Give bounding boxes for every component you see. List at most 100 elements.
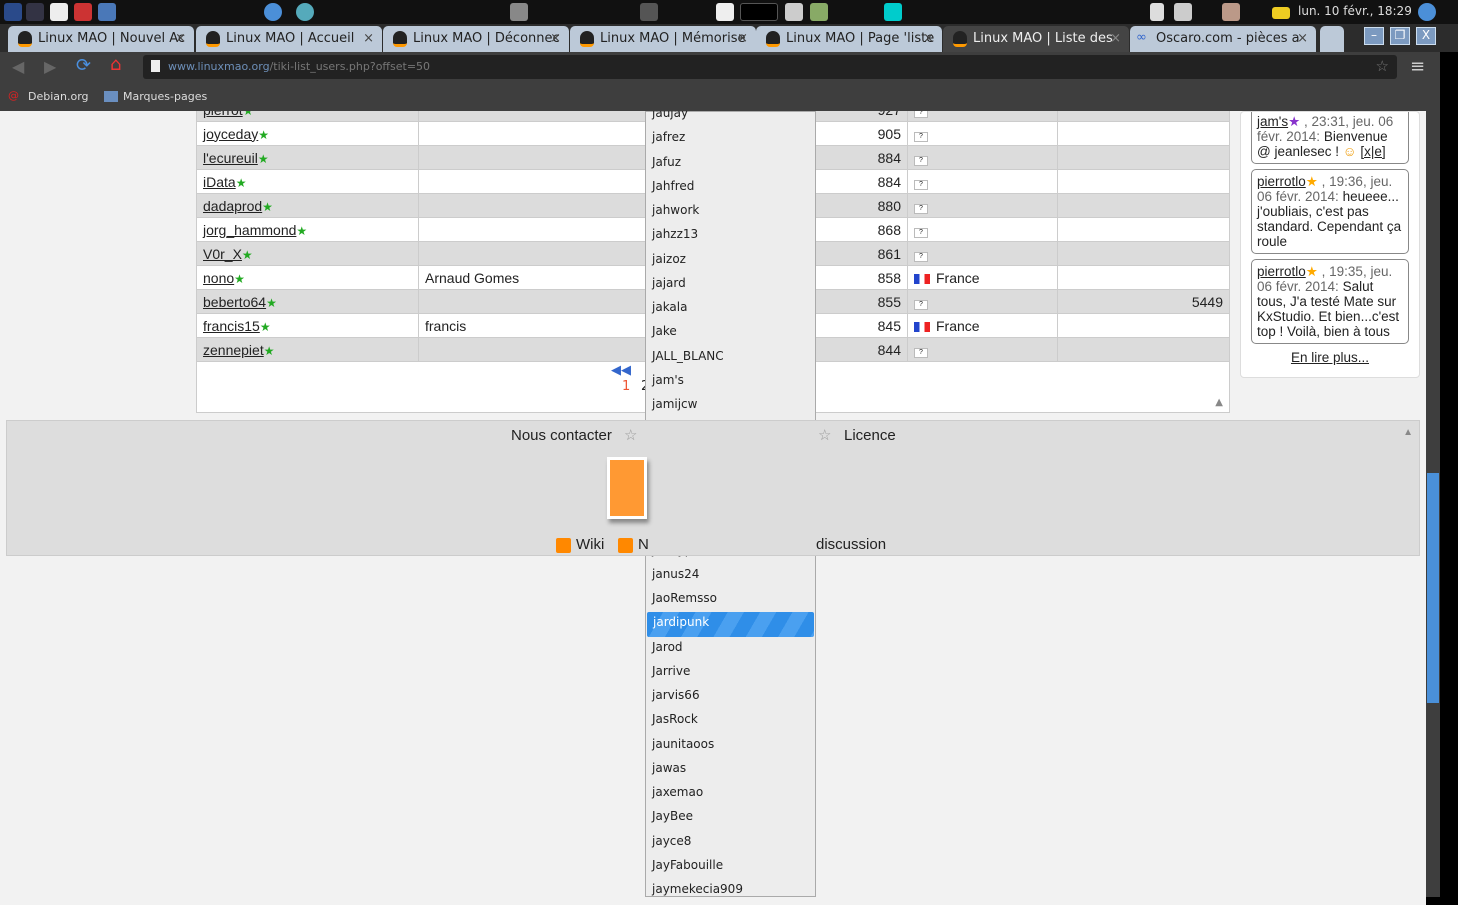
user-icon[interactable] — [1418, 3, 1436, 21]
folder-icon[interactable] — [98, 3, 116, 21]
dropdown-option[interactable]: jamijcw — [646, 394, 815, 418]
maximize-button[interactable]: ❐ — [1390, 27, 1410, 45]
dropdown-option[interactable]: jaxemao — [646, 782, 815, 806]
user-link[interactable]: nono — [203, 270, 234, 286]
clipboard-icon[interactable] — [1222, 3, 1240, 21]
mail-icon[interactable] — [1272, 7, 1290, 19]
dropdown-option-selected[interactable]: jardipunk — [647, 612, 814, 637]
user-link[interactable]: beberto64 — [203, 294, 266, 310]
close-tab-icon[interactable]: × — [1297, 31, 1308, 46]
dropdown-option[interactable]: JALL_BLANC — [646, 346, 815, 370]
close-tab-icon[interactable]: × — [923, 31, 934, 46]
rss-discussion[interactable]: discussion — [816, 536, 886, 553]
editor-icon[interactable] — [50, 3, 68, 21]
tab-active[interactable]: Linux MAO | Liste des × — [943, 26, 1129, 52]
menu-icon[interactable] — [4, 3, 22, 21]
user-link[interactable]: l'ecureuil — [203, 150, 258, 166]
scroll-top-icon[interactable]: ▲ — [1215, 397, 1223, 408]
tab[interactable]: ∞ Oscaro.com - pièces a × — [1130, 26, 1316, 52]
forward-button[interactable]: ▶ — [44, 57, 56, 76]
url-bar[interactable]: www.linuxmao.org/tiki-list_users.php?off… — [143, 55, 1397, 79]
tab[interactable]: Linux MAO | Mémorise × — [570, 26, 756, 52]
shout-user[interactable]: jam's — [1257, 114, 1288, 129]
settings-icon[interactable] — [640, 3, 658, 21]
app-icon[interactable] — [785, 3, 803, 21]
close-tab-icon[interactable]: × — [363, 31, 374, 46]
first-page-icon[interactable]: ◀◀ — [611, 363, 631, 378]
licence-link[interactable]: Licence — [844, 427, 896, 444]
scrollbar-thumb[interactable] — [1427, 473, 1439, 703]
eject-icon[interactable] — [1150, 3, 1164, 21]
close-tab-icon[interactable]: × — [1110, 31, 1121, 46]
user-link[interactable]: jorg_hammond — [203, 222, 296, 238]
home-button[interactable]: ⌂ — [110, 54, 121, 75]
bookmark-debian[interactable]: Debian.org — [28, 90, 89, 103]
dropdown-option[interactable]: JasRock — [646, 709, 815, 733]
dropdown-option[interactable]: jahwork — [646, 200, 815, 224]
dropdown-option[interactable]: jawas — [646, 758, 815, 782]
reload-button[interactable]: ⟳ — [76, 55, 91, 76]
rss-news[interactable]: N — [618, 536, 649, 553]
close-tab-icon[interactable]: × — [550, 31, 561, 46]
close-window-button[interactable]: X — [1416, 27, 1436, 45]
media-icon[interactable] — [74, 3, 92, 21]
dropdown-option[interactable]: jafrez — [646, 127, 815, 151]
network-icon[interactable] — [296, 3, 314, 21]
dropdown-option[interactable]: Jarod — [646, 637, 815, 661]
contact-link[interactable]: Nous contacter — [511, 427, 612, 444]
bookmark-star-icon[interactable]: ☆ — [1376, 57, 1389, 75]
tab[interactable]: Linux MAO | Nouvel Ac × — [8, 26, 194, 52]
menu-button[interactable]: ≡ — [1410, 56, 1425, 77]
music-icon[interactable] — [884, 3, 902, 21]
dropdown-option[interactable]: JaoRemsso — [646, 588, 815, 612]
rss-wiki[interactable]: Wiki — [556, 536, 604, 553]
dropdown-option[interactable]: Jake — [646, 321, 815, 345]
new-tab-button[interactable] — [1320, 26, 1344, 52]
printer-icon[interactable] — [1174, 3, 1192, 21]
dropdown-option[interactable]: Jarrive — [646, 661, 815, 685]
dropdown-option[interactable]: jakala — [646, 297, 815, 321]
user-link[interactable]: pierrot — [203, 111, 243, 118]
page-scrollbar[interactable] — [1426, 111, 1440, 897]
tab[interactable]: Linux MAO | Page 'liste × — [756, 26, 942, 52]
terminal-icon[interactable] — [26, 3, 44, 21]
user-link[interactable]: dadaprod — [203, 198, 262, 214]
dropdown-option[interactable]: JayBee — [646, 806, 815, 830]
collapse-icon[interactable]: ▲ — [1403, 427, 1413, 438]
user-link[interactable]: V0r_X — [203, 246, 242, 262]
dropdown-option[interactable]: JayFabouille — [646, 855, 815, 879]
page-1-link[interactable]: 1 — [622, 379, 630, 394]
dropdown-option[interactable]: janus24 — [646, 564, 815, 588]
app-icon[interactable] — [716, 3, 734, 21]
dropdown-option[interactable]: jaujay — [646, 111, 815, 127]
chromium-icon[interactable] — [264, 3, 282, 21]
dropdown-option[interactable]: Jahfred — [646, 176, 815, 200]
dropdown-option[interactable]: jayce8 — [646, 831, 815, 855]
user-link[interactable]: iData — [203, 174, 236, 190]
trash-icon[interactable] — [810, 3, 828, 21]
shout-user[interactable]: pierrotlo — [1257, 264, 1306, 279]
shout-user[interactable]: pierrotlo — [1257, 174, 1306, 189]
user-link[interactable]: francis15 — [203, 318, 260, 334]
user-link[interactable]: zennepiet — [203, 342, 264, 358]
clock[interactable]: lun. 10 févr., 18:29 — [1298, 4, 1412, 18]
dropdown-option[interactable]: jajard — [646, 273, 815, 297]
screenshot-icon[interactable] — [510, 3, 528, 21]
bookmark-folder[interactable]: Marques-pages — [123, 90, 207, 103]
dropdown-option[interactable]: jahzz13 — [646, 224, 815, 248]
close-tab-icon[interactable]: × — [175, 31, 186, 46]
dropdown-option[interactable]: jaymekecia909 — [646, 879, 815, 903]
read-more-link[interactable]: En lire plus... — [1291, 350, 1369, 365]
shout-actions[interactable]: [x|e] — [1360, 144, 1385, 159]
user-link[interactable]: joyceday — [203, 126, 258, 142]
tab[interactable]: Linux MAO | Accueil × — [196, 26, 382, 52]
dropdown-option[interactable]: jaizoz — [646, 249, 815, 273]
dropdown-option[interactable]: jaunitaoos — [646, 734, 815, 758]
tab[interactable]: Linux MAO | Déconnec × — [383, 26, 569, 52]
minimize-button[interactable]: – — [1364, 27, 1384, 45]
dropdown-option[interactable]: Jafuz — [646, 152, 815, 176]
dropdown-option[interactable]: jam's — [646, 370, 815, 394]
dropdown-option[interactable]: jarvis66 — [646, 685, 815, 709]
close-tab-icon[interactable]: × — [737, 31, 748, 46]
back-button[interactable]: ◀ — [12, 57, 24, 76]
